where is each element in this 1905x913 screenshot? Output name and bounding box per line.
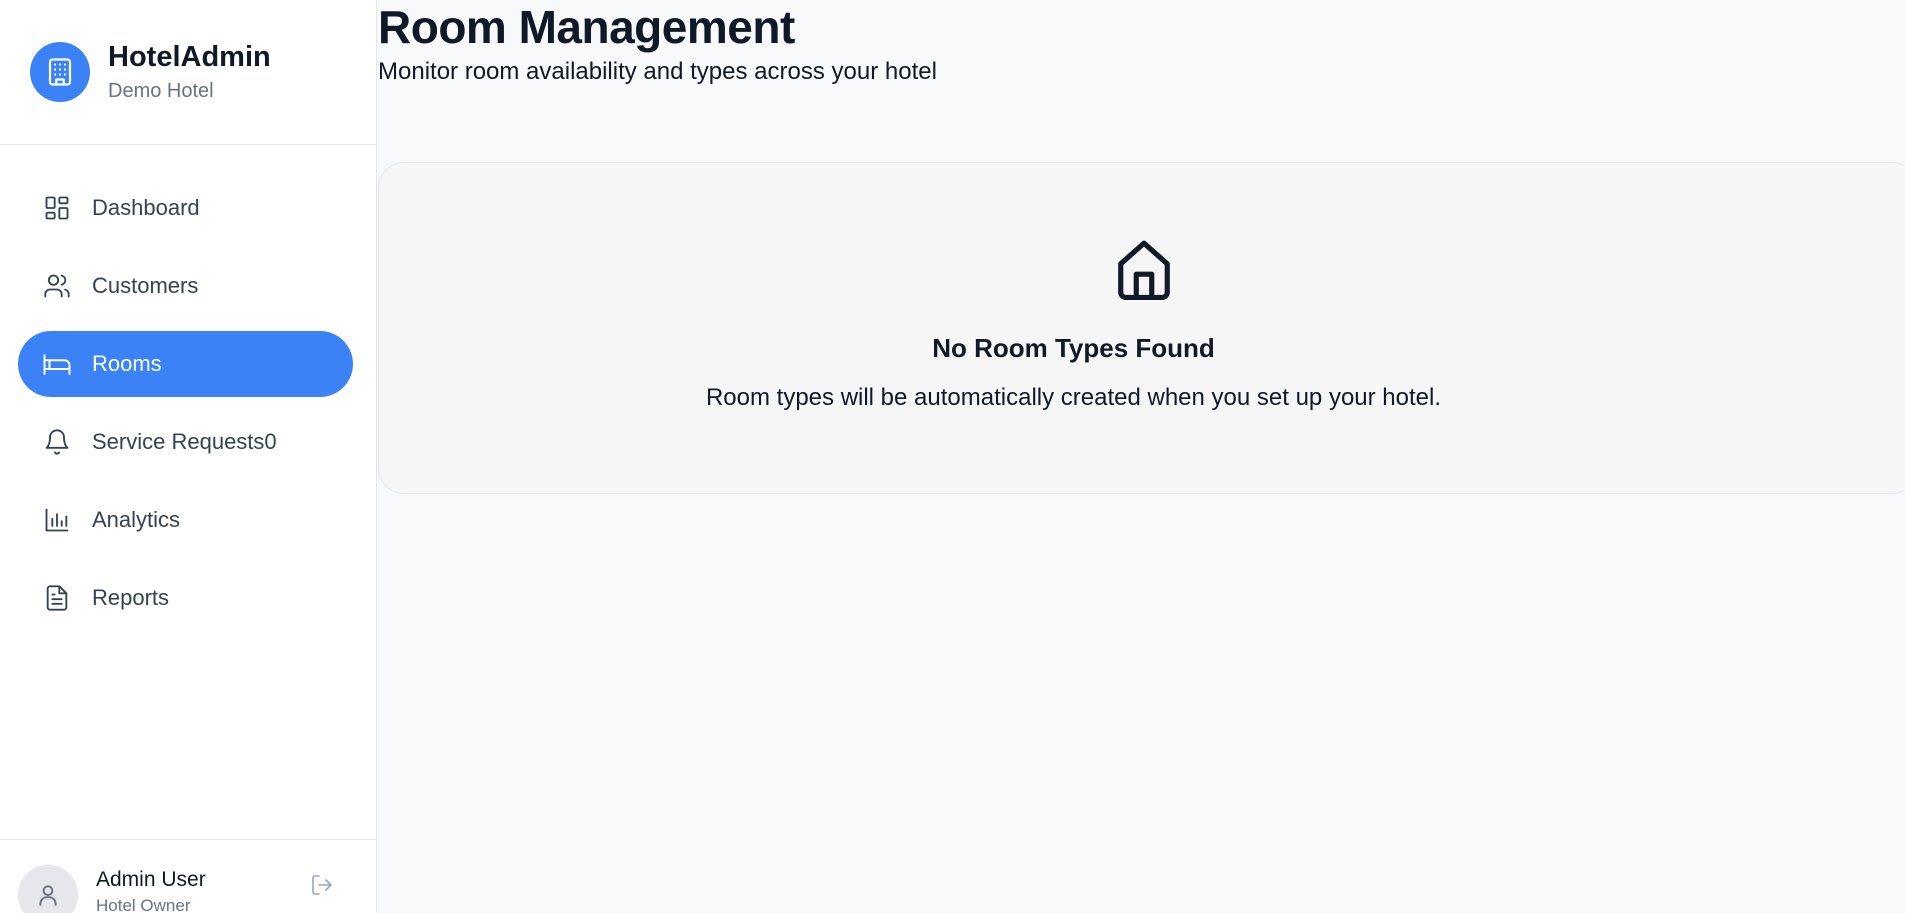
sidebar-item-analytics[interactable]: Analytics: [18, 487, 353, 553]
bed-icon: [42, 349, 72, 379]
sidebar-item-label: Service Requests0: [92, 429, 277, 454]
document-icon: [42, 583, 72, 613]
app-root: HotelAdmin Demo Hotel Dashboard Customer…: [0, 0, 1905, 913]
dashboard-icon: [42, 193, 72, 223]
avatar[interactable]: [18, 865, 78, 913]
sidebar-item-label: Rooms: [92, 351, 162, 376]
logout-icon[interactable]: [310, 873, 336, 899]
sidebar-item-rooms[interactable]: Rooms: [18, 331, 353, 397]
user-role: Hotel Owner: [96, 896, 191, 913]
user-profile: Admin User Hotel Owner: [0, 839, 377, 913]
sidebar-item-label: Dashboard: [92, 195, 200, 220]
bar-chart-icon: [42, 505, 72, 535]
page-title: Room Management: [378, 1, 795, 53]
bell-icon: [42, 427, 72, 457]
brand-subtitle: Demo Hotel: [108, 80, 214, 102]
empty-state-card: No Room Types Found Room types will be a…: [378, 162, 1905, 494]
sidebar-item-label: Customers: [92, 273, 199, 298]
sidebar-item-reports[interactable]: Reports: [18, 565, 353, 631]
sidebar-nav: Dashboard Customers Rooms Service Reques…: [18, 175, 353, 643]
house-icon: [1113, 235, 1175, 303]
sidebar-item-label: Reports: [92, 585, 170, 610]
sidebar-item-customers[interactable]: Customers: [18, 253, 353, 319]
main-content: Room Management Monitor room availabilit…: [378, 0, 1905, 913]
brand-title: HotelAdmin: [108, 41, 271, 73]
user-name: Admin User: [96, 868, 206, 891]
empty-state-description: Room types will be automatically created…: [705, 384, 1442, 411]
brand-header: HotelAdmin Demo Hotel: [0, 0, 376, 145]
sidebar-item-dashboard[interactable]: Dashboard: [18, 175, 353, 241]
page-subtitle: Monitor room availability and types acro…: [378, 58, 937, 85]
sidebar: HotelAdmin Demo Hotel Dashboard Customer…: [0, 0, 377, 913]
user-text: Admin User Hotel Owner: [96, 865, 206, 913]
empty-state-title: No Room Types Found: [932, 333, 1215, 363]
hotel-building-icon: [30, 42, 90, 102]
brand-text: HotelAdmin Demo Hotel: [108, 39, 271, 105]
sidebar-item-service-requests[interactable]: Service Requests0: [18, 409, 353, 475]
sidebar-item-label: Analytics: [92, 507, 181, 532]
users-icon: [42, 271, 72, 301]
